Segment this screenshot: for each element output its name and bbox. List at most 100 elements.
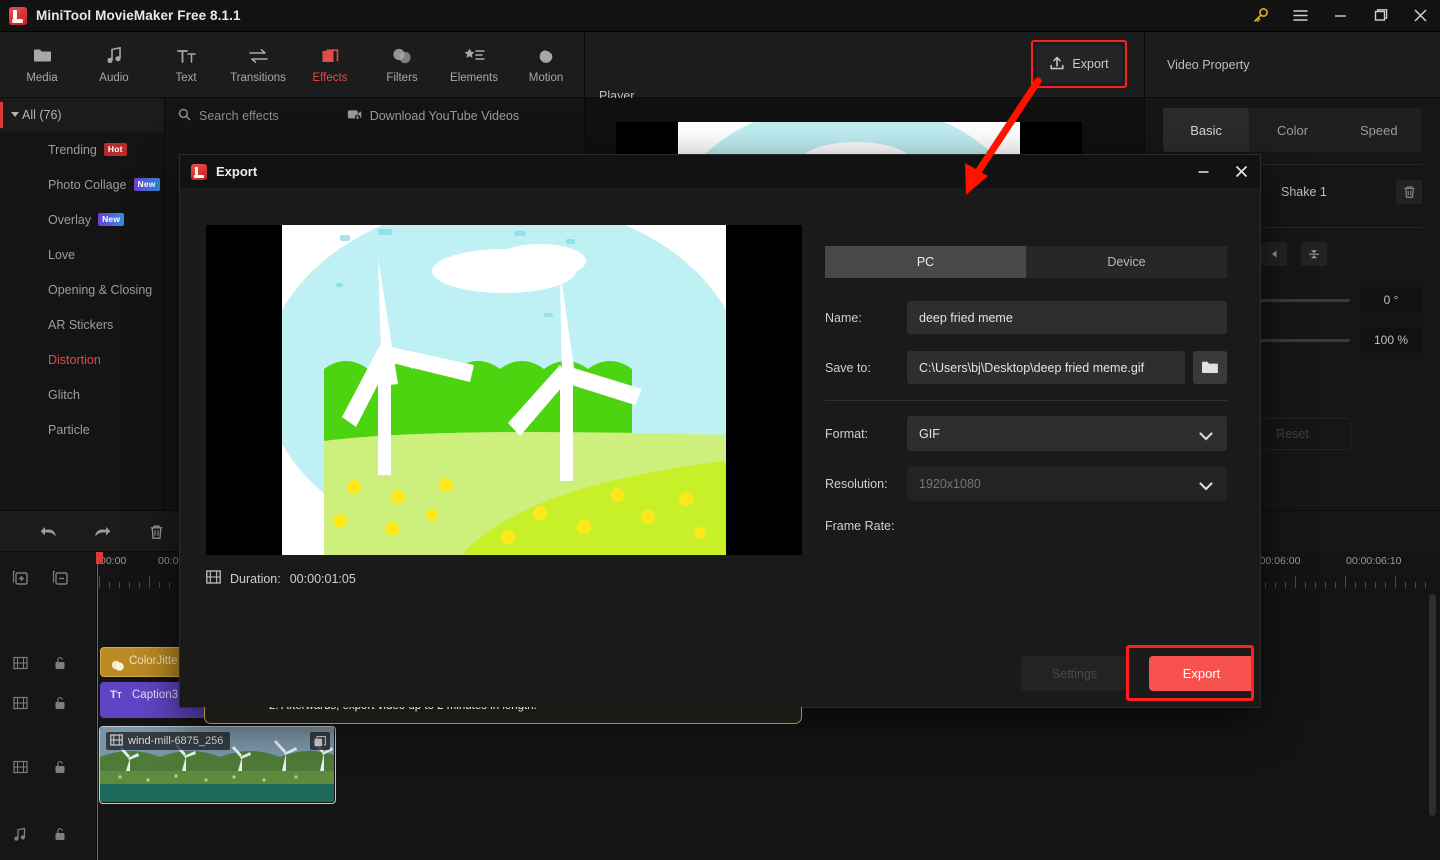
effect-clip-icon [111, 658, 124, 671]
search-effects-input[interactable]: Search effects [178, 108, 279, 124]
undo-button[interactable] [36, 521, 60, 543]
export-confirm-button[interactable]: Export [1149, 656, 1254, 691]
category-distortion[interactable]: Distortion [0, 342, 164, 377]
playhead[interactable] [97, 552, 98, 860]
category-label: Love [48, 247, 76, 262]
tab-effects-label: Effects [312, 71, 348, 84]
category-label: Overlay [48, 212, 92, 227]
chevron-down-icon [1199, 430, 1213, 444]
delete-button[interactable] [144, 521, 168, 543]
lock-icon[interactable] [40, 656, 80, 670]
field-row-name: Name: deep fried meme [825, 301, 1227, 334]
maximize-button[interactable] [1360, 0, 1400, 32]
framerate-label: Frame Rate: [825, 519, 895, 533]
dialog-close-button[interactable] [1222, 155, 1260, 188]
music-note-icon [106, 46, 123, 66]
category-glitch[interactable]: Glitch [0, 377, 164, 412]
export-duration-value: 00:00:01:05 [289, 571, 356, 586]
download-youtube-videos-button[interactable]: Download YouTube Videos [347, 108, 519, 124]
category-trending[interactable]: Trending Hot [0, 132, 164, 167]
format-value: GIF [919, 426, 940, 441]
key-icon[interactable] [1240, 0, 1280, 32]
hamburger-menu-icon[interactable] [1280, 0, 1320, 32]
elements-icon [464, 46, 485, 66]
search-effects-placeholder: Search effects [199, 108, 279, 123]
timeline-scrollbar[interactable] [1429, 594, 1436, 816]
effect-name: Shake 1 [1281, 185, 1327, 199]
timeline-track-headers [0, 552, 97, 860]
tab-speed[interactable]: Speed [1336, 108, 1422, 152]
add-track-icon[interactable] [0, 570, 40, 586]
playhead-handle[interactable] [96, 552, 103, 564]
film-icon [0, 696, 40, 710]
tab-motion-label: Motion [528, 71, 564, 84]
flip-horizontal-button[interactable] [1261, 242, 1287, 266]
category-opening-closing[interactable]: Opening & Closing [0, 272, 164, 307]
lock-icon[interactable] [40, 827, 80, 841]
category-ar-stickers[interactable]: AR Stickers [0, 307, 164, 342]
scale-value[interactable]: 100 % [1360, 327, 1422, 353]
tab-text[interactable]: Text [150, 35, 222, 95]
field-row-saveto: Save to: C:\Users\bj\Desktop\deep fried … [825, 351, 1227, 384]
tab-filters[interactable]: Filters [366, 35, 438, 95]
browse-folder-button[interactable] [1193, 351, 1227, 384]
track-header-effect [0, 651, 97, 675]
tab-device[interactable]: Device [1026, 246, 1227, 278]
tab-pc[interactable]: PC [825, 246, 1026, 278]
lock-icon[interactable] [40, 760, 80, 774]
ruler-label-left-0: 00:00 [100, 555, 127, 567]
redo-button[interactable] [90, 521, 114, 543]
export-toolbar-button[interactable]: Export [1036, 45, 1122, 83]
format-select[interactable]: GIF [907, 416, 1227, 451]
rotate-value[interactable]: 0 ° [1360, 287, 1422, 313]
search-icon [178, 108, 191, 124]
music-note-icon [0, 827, 40, 842]
export-dialog-titlebar: Export [180, 155, 1260, 188]
category-particle[interactable]: Particle [0, 412, 164, 447]
caption-clip-label: Caption3 [132, 689, 179, 701]
name-input[interactable]: deep fried meme [907, 301, 1227, 334]
tab-transitions-label: Transitions [230, 71, 286, 84]
category-photo-collage[interactable]: Photo Collage New [0, 167, 164, 202]
tab-basic[interactable]: Basic [1163, 108, 1250, 152]
flip-vertical-button[interactable] [1301, 242, 1327, 266]
close-button[interactable] [1400, 0, 1440, 32]
export-dialog-title: Export [216, 164, 258, 179]
lock-icon[interactable] [40, 696, 80, 710]
tab-audio[interactable]: Audio [78, 35, 150, 95]
minimize-button[interactable] [1320, 0, 1360, 32]
category-all-label: All (76) [22, 108, 62, 122]
video-clip-name: wind-mill-6875_256 [128, 735, 224, 747]
form-divider [825, 400, 1227, 401]
delete-effect-button[interactable] [1396, 180, 1422, 204]
tab-transitions[interactable]: Transitions [222, 35, 294, 95]
tab-color[interactable]: Color [1249, 108, 1335, 152]
badge-hot: Hot [103, 143, 127, 156]
track-header-video [0, 755, 97, 779]
category-all[interactable]: All (76) [0, 98, 164, 132]
settings-button[interactable]: Settings [1021, 656, 1128, 691]
tab-elements[interactable]: Elements [438, 35, 510, 95]
tab-media[interactable]: Media [6, 35, 78, 95]
category-overlay[interactable]: Overlay New [0, 202, 164, 237]
window-titlebar: MiniTool MovieMaker Free 8.1.1 [0, 0, 1440, 32]
clip-detach-icon[interactable] [310, 732, 330, 750]
timeline-clip-video[interactable]: wind-mill-6875_256 [99, 726, 336, 804]
remove-track-icon[interactable] [40, 570, 80, 586]
text-icon: TT [110, 689, 122, 701]
player-header: Player Export [584, 32, 1144, 103]
effects-panel-header: Search effects Download YouTube Videos [165, 98, 584, 134]
tab-text-label: Text [175, 71, 197, 84]
transitions-icon [248, 46, 269, 66]
resolution-select[interactable]: 1920x1080 [907, 466, 1227, 501]
saveto-input[interactable]: C:\Users\bj\Desktop\deep fried meme.gif [907, 351, 1185, 384]
tab-motion[interactable]: Motion [510, 35, 582, 95]
field-row-resolution: Resolution: 1920x1080 [825, 466, 1227, 501]
tab-filters-label: Filters [386, 71, 418, 84]
dialog-minimize-button[interactable] [1184, 155, 1222, 188]
category-love[interactable]: Love [0, 237, 164, 272]
export-dialog-footer: Settings Export [180, 644, 1260, 707]
chevron-down-icon [11, 112, 19, 117]
tab-effects[interactable]: Effects [294, 35, 366, 95]
app-window: MiniTool MovieMaker Free 8.1.1 Media Aud… [0, 0, 1440, 860]
